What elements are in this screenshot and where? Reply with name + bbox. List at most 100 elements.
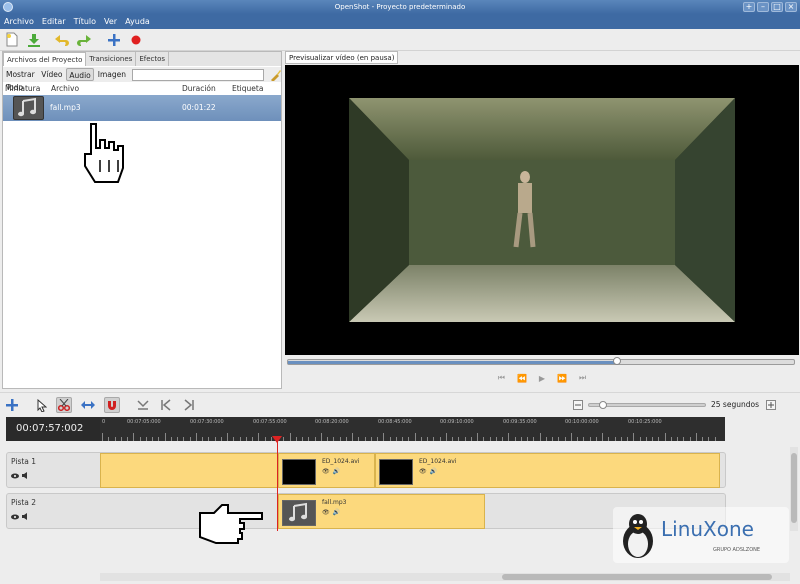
zoom-slider-handle[interactable] xyxy=(599,401,607,409)
play-icon[interactable]: ▶ xyxy=(539,374,545,383)
audio-icon[interactable]: 🔊 xyxy=(333,468,340,475)
select-tool-icon[interactable] xyxy=(34,397,50,413)
track-1[interactable]: Pista 1 ED_1024.avi 👁 🔊 ED_1024.avi 👁 🔊 xyxy=(6,452,726,488)
next-marker-icon[interactable] xyxy=(181,397,197,413)
ruler-tick xyxy=(133,433,135,441)
add-track-icon[interactable] xyxy=(106,32,122,48)
razor-tool-icon[interactable] xyxy=(56,397,72,413)
preview-tab[interactable]: Previsualizar vídeo (en pausa) xyxy=(285,51,399,64)
add-track-icon[interactable] xyxy=(4,397,20,413)
playhead-line[interactable] xyxy=(277,441,278,531)
rewind-icon[interactable]: ⏪ xyxy=(517,374,527,383)
ruler-tick xyxy=(202,437,203,441)
filter-image[interactable]: Imagen xyxy=(96,68,128,81)
visibility-icon[interactable] xyxy=(11,513,19,522)
maximize-button[interactable]: □ xyxy=(771,2,783,12)
close-button[interactable]: × xyxy=(785,2,797,12)
new-project-icon[interactable] xyxy=(4,32,20,48)
filter-video[interactable]: Vídeo xyxy=(39,68,64,81)
ruler-tick xyxy=(627,437,628,441)
tab-effects[interactable]: Efectos xyxy=(136,52,170,66)
ruler-label: 00:10:00:000 xyxy=(565,419,599,425)
menu-titulo[interactable]: Título xyxy=(74,17,96,26)
file-row[interactable]: fall.mp3 00:01:22 xyxy=(3,95,281,121)
visibility-icon[interactable] xyxy=(11,472,19,481)
tab-transitions[interactable]: Transiciones xyxy=(86,52,137,66)
menu-ver[interactable]: Ver xyxy=(104,17,117,26)
watermark-subtitle: GRUPO ADSLZONE xyxy=(713,547,761,553)
record-icon[interactable] xyxy=(128,32,144,48)
ruler-tick xyxy=(339,437,341,441)
minimize-button[interactable]: – xyxy=(757,2,769,12)
visibility-icon[interactable]: 👁 xyxy=(322,509,330,516)
zoom-out-icon[interactable] xyxy=(570,397,586,413)
jump-end-icon[interactable]: ⏭ xyxy=(579,373,586,383)
ruler-tick xyxy=(439,437,441,441)
horizontal-scrollbar[interactable] xyxy=(100,573,790,581)
zoom-slider[interactable] xyxy=(588,401,706,409)
visibility-icon[interactable]: 👁 xyxy=(322,468,330,475)
col-label[interactable]: Etiqueta xyxy=(232,84,263,93)
scrubber-handle[interactable] xyxy=(612,357,621,365)
visibility-icon[interactable]: 👁 xyxy=(419,468,427,475)
audio-icon[interactable] xyxy=(22,513,30,522)
app-icon xyxy=(3,2,13,12)
audio-icon[interactable]: 🔊 xyxy=(333,509,340,516)
timeline-ruler[interactable]: 0 00:07:05:000 00:07:30:000 00:07:55:000… xyxy=(100,417,725,441)
menu-archivo[interactable]: Archivo xyxy=(4,17,34,26)
clip-video-2[interactable]: ED_1024.avi 👁 🔊 xyxy=(375,453,720,488)
ruler-tick xyxy=(264,437,266,441)
audio-icon[interactable] xyxy=(22,472,30,481)
jump-start-icon[interactable]: ⏮ xyxy=(498,373,505,383)
project-files-panel: Archivos del Proyecto Transiciones Efect… xyxy=(2,51,282,389)
snapping-tool-icon[interactable] xyxy=(104,397,120,413)
clear-search-icon[interactable] xyxy=(269,69,281,82)
zoom-in-icon[interactable] xyxy=(763,397,779,413)
resize-tool-icon[interactable] xyxy=(80,397,96,413)
ruler-tick xyxy=(502,437,503,441)
ruler-tick xyxy=(427,437,428,441)
filter-audio[interactable]: Audio xyxy=(66,68,94,81)
undo-icon[interactable] xyxy=(54,32,70,48)
clip-name: ED_1024.avi xyxy=(322,458,360,465)
ruler-tick xyxy=(389,437,391,441)
ruler-tick xyxy=(595,437,597,441)
horizontal-scroll-thumb[interactable] xyxy=(502,574,772,580)
filter-show-all[interactable]: Mostrar Todo xyxy=(4,68,37,92)
clip-video-1[interactable]: ED_1024.avi 👁 🔊 xyxy=(278,453,375,488)
fast-forward-icon[interactable]: ⏩ xyxy=(557,374,567,383)
ruler-tick xyxy=(577,437,578,441)
col-thumbnail[interactable]: Miniatura xyxy=(5,84,40,93)
clip-name: fall.mp3 xyxy=(322,499,347,506)
window-title: OpenShot - Proyecto predeterminado xyxy=(334,3,466,11)
ruler-tick xyxy=(345,437,347,441)
main-toolbar xyxy=(0,29,800,51)
vertical-scroll-thumb[interactable] xyxy=(791,453,797,523)
menu-editar[interactable]: Editar xyxy=(42,17,66,26)
tab-project-files[interactable]: Archivos del Proyecto xyxy=(3,52,87,66)
previous-marker-icon[interactable] xyxy=(158,397,174,413)
hand-pointer-up-icon xyxy=(84,123,124,183)
clip-thumbnail xyxy=(282,459,316,485)
clip-audio[interactable]: fall.mp3 👁 🔊 xyxy=(278,494,485,529)
preview-scrubber[interactable] xyxy=(287,357,795,365)
import-files-icon[interactable] xyxy=(26,32,42,48)
redo-icon[interactable] xyxy=(76,32,92,48)
ruler-tick xyxy=(370,437,372,441)
window-extra-icon[interactable]: + xyxy=(743,2,755,12)
ruler-tick xyxy=(364,437,366,441)
ruler-tick xyxy=(695,433,697,441)
audio-icon[interactable]: 🔊 xyxy=(430,468,437,475)
search-input[interactable] xyxy=(132,68,264,81)
menu-ayuda[interactable]: Ayuda xyxy=(125,17,150,26)
clip-blank[interactable] xyxy=(100,453,278,488)
ruler-tick xyxy=(239,437,241,441)
col-file[interactable]: Archivo xyxy=(51,84,79,93)
ruler-tick xyxy=(414,433,416,441)
menubar: Archivo Editar Título Ver Ayuda xyxy=(0,14,800,29)
add-marker-icon[interactable] xyxy=(135,397,151,413)
vertical-scrollbar[interactable] xyxy=(790,447,798,531)
col-duration[interactable]: Duración xyxy=(182,84,216,93)
file-list-header: Miniatura Archivo Duración Etiqueta xyxy=(3,83,281,94)
ruler-tick xyxy=(664,433,666,441)
